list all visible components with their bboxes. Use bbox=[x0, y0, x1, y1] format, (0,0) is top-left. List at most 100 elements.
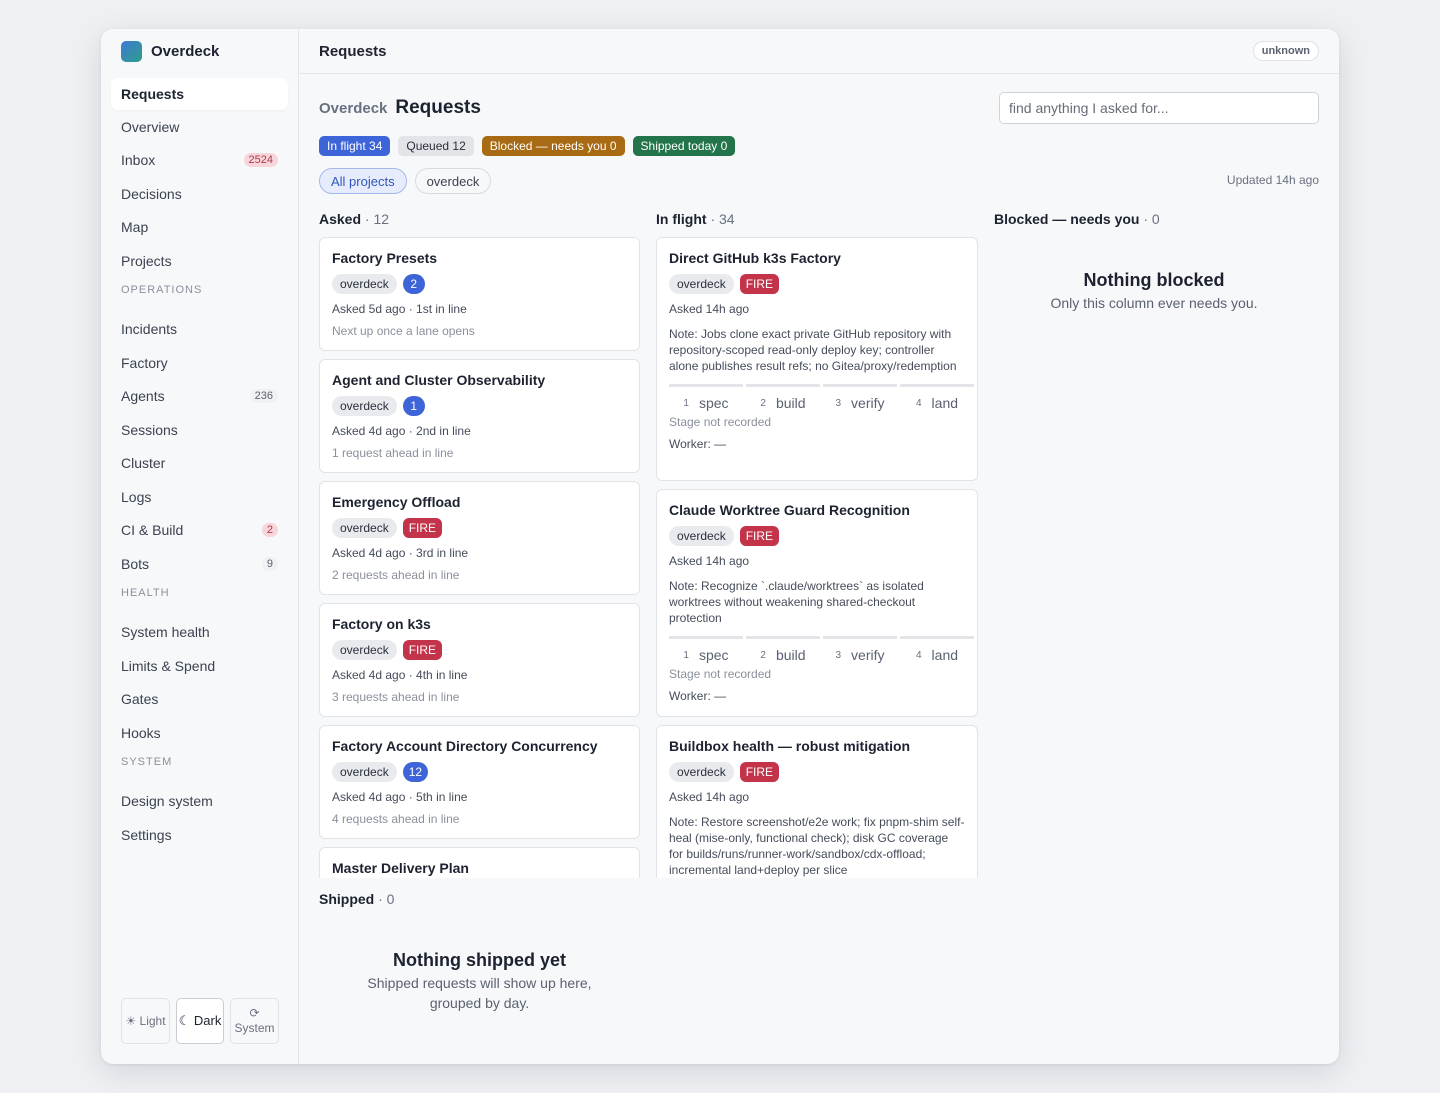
project-filter-chip[interactable]: All projects bbox=[319, 168, 407, 194]
request-card[interactable]: Buildbox health — robust mitigation overd… bbox=[656, 725, 978, 878]
column-count: · 0 bbox=[1143, 211, 1160, 227]
brand[interactable]: Overdeck bbox=[101, 29, 298, 73]
card-title: Factory Account Directory Concurrency bbox=[332, 738, 598, 754]
card-meta: Asked 14h ago bbox=[669, 302, 750, 316]
summary-pill[interactable]: Shipped today 0 bbox=[632, 136, 736, 156]
priority-badge: FIRE bbox=[739, 274, 780, 294]
stage-status: Stage not recorded bbox=[669, 415, 772, 429]
project-tag: overdeck bbox=[332, 274, 397, 294]
stage-step: 2 build bbox=[746, 636, 820, 663]
sidebar-item-sessions[interactable]: Sessions bbox=[111, 414, 288, 446]
stage-label: verify bbox=[851, 647, 885, 663]
request-card[interactable]: Factory Account Directory Concurrency ove… bbox=[319, 725, 640, 839]
project-tag: overdeck bbox=[669, 274, 734, 294]
column-count: · 0 bbox=[378, 891, 395, 907]
request-card[interactable]: Agent and Cluster Observability overdeck 1… bbox=[319, 359, 640, 473]
shipped-empty-state: Nothing shipped yet Shipped requests wil… bbox=[349, 950, 610, 1013]
theme-system-button[interactable]: ⟳ System bbox=[230, 998, 279, 1044]
sidebar-item-cluster[interactable]: Cluster bbox=[111, 447, 288, 479]
sidebar-item-decisions[interactable]: Decisions bbox=[111, 178, 288, 210]
request-card[interactable]: Claude Worktree Guard Recognition overdec… bbox=[656, 489, 978, 717]
stage-label: land bbox=[931, 395, 959, 411]
sidebar-item-label: Hooks bbox=[121, 725, 161, 741]
column-header-asked: Asked · 12 bbox=[319, 211, 389, 227]
sidebar-item-label: Projects bbox=[121, 253, 172, 269]
blocked-empty-state: Nothing blocked Only this column ever ne… bbox=[994, 270, 1314, 313]
sidebar-item-label: Decisions bbox=[121, 186, 182, 202]
column-header-inflight: In flight · 34 bbox=[656, 211, 735, 227]
stage-progress: 1 spec 2 build 3 verify 4 land bbox=[669, 384, 977, 411]
breadcrumb-project[interactable]: Overdeck bbox=[319, 100, 387, 117]
sidebar-item-design-system[interactable]: Design system bbox=[111, 785, 288, 817]
request-card[interactable]: Factory Presets overdeck 2 Asked 5d ago · 1… bbox=[319, 237, 640, 351]
sidebar-item-limits-spend[interactable]: Limits & Spend bbox=[111, 650, 288, 682]
empty-title: Nothing blocked bbox=[1083, 270, 1225, 290]
queue-position: 4 requests ahead in line bbox=[332, 812, 460, 826]
sidebar-item-agents[interactable]: Agents 236 bbox=[111, 380, 288, 412]
request-card[interactable]: Direct GitHub k3s Factory overdeck FIRE Ask… bbox=[656, 237, 978, 481]
column-title: Shipped bbox=[319, 891, 375, 907]
card-title: Emergency Offload bbox=[332, 494, 461, 510]
sidebar-item-settings[interactable]: Settings bbox=[111, 819, 288, 851]
count-badge: 2524 bbox=[243, 153, 278, 167]
sidebar-item-requests[interactable]: Requests bbox=[111, 78, 288, 110]
worker-label: Worker: — bbox=[669, 689, 727, 703]
sidebar-item-map[interactable]: Map bbox=[111, 211, 288, 243]
inflight-column[interactable]: Direct GitHub k3s Factory overdeck FIRE Ask… bbox=[656, 237, 978, 878]
card-tags: overdeck FIRE bbox=[332, 640, 627, 660]
sidebar-item-incidents[interactable]: Incidents bbox=[111, 313, 288, 345]
asked-column[interactable]: Factory Presets overdeck 2 Asked 5d ago · 1… bbox=[319, 237, 640, 878]
count-badge: 2 bbox=[261, 523, 278, 537]
stage-number: 4 bbox=[915, 397, 922, 409]
updated-timestamp: Updated 14h ago bbox=[1226, 173, 1319, 187]
project-tag: overdeck bbox=[332, 396, 397, 416]
request-card[interactable]: Emergency Offload overdeck FIRE Asked 4d ag… bbox=[319, 481, 640, 595]
summary-pill[interactable]: In flight 34 bbox=[319, 136, 391, 156]
priority-number-badge: 1 bbox=[402, 396, 425, 416]
priority-number-badge: 2 bbox=[402, 274, 425, 294]
project-tag: overdeck bbox=[669, 762, 734, 782]
sidebar-item-hooks[interactable]: Hooks bbox=[111, 717, 288, 749]
stage-progress: 1 spec 2 build 3 verify 4 land bbox=[669, 636, 977, 663]
sidebar-item-label: Bots bbox=[121, 556, 150, 572]
card-title: Direct GitHub k3s Factory bbox=[669, 250, 841, 266]
sidebar-item-label: Map bbox=[121, 219, 149, 235]
sidebar-item-label: Sessions bbox=[121, 422, 178, 438]
column-title: Blocked — needs you bbox=[994, 211, 1140, 227]
project-tag: overdeck bbox=[332, 762, 397, 782]
sidebar-item-system-health[interactable]: System health bbox=[111, 616, 288, 648]
column-header-shipped: Shipped · 0 bbox=[319, 891, 394, 907]
empty-subtitle: Shipped requests will show up here, grou… bbox=[367, 975, 592, 1011]
summary-pills: In flight 34 Queued 12 Blocked — needs you… bbox=[319, 136, 736, 156]
main-content: Overdeck Requests In flight 34 Queued 12 B… bbox=[319, 74, 1319, 1064]
sidebar-item-logs[interactable]: Logs bbox=[111, 481, 288, 513]
sidebar-item-bots[interactable]: Bots 9 bbox=[111, 548, 288, 580]
request-card[interactable]: Master Delivery Plan bbox=[319, 847, 640, 878]
summary-pill[interactable]: Blocked — needs you 0 bbox=[481, 136, 625, 156]
search-input[interactable] bbox=[999, 92, 1319, 124]
summary-pill[interactable]: Queued 12 bbox=[398, 136, 474, 156]
request-card[interactable]: Factory on k3s overdeck FIRE Asked 4d ago ·… bbox=[319, 603, 640, 717]
sidebar-item-factory[interactable]: Factory bbox=[111, 347, 288, 379]
stage-status: Stage not recorded bbox=[669, 667, 772, 681]
sidebar-item-projects[interactable]: Projects bbox=[111, 245, 288, 277]
project-filter-chip[interactable]: overdeck bbox=[414, 168, 492, 194]
stage-number: 1 bbox=[683, 649, 689, 661]
count-badge: 9 bbox=[261, 557, 278, 571]
stage-step: 4 land bbox=[900, 384, 974, 411]
theme-light-button[interactable]: ☀ Light bbox=[121, 998, 170, 1044]
sidebar-item-inbox[interactable]: Inbox 2524 bbox=[111, 144, 288, 176]
page-title: Requests bbox=[395, 97, 481, 118]
theme-dark-button[interactable]: ☾ Dark bbox=[176, 998, 224, 1044]
card-meta: Asked 4d ago · 4th in line bbox=[332, 668, 468, 682]
stage-label: build bbox=[775, 647, 806, 663]
sidebar-section-label: OPERATIONS bbox=[121, 284, 203, 296]
sidebar-item-label: Cluster bbox=[121, 455, 166, 471]
theme-system-label: System bbox=[234, 1021, 275, 1035]
empty-title: Nothing shipped yet bbox=[393, 950, 566, 970]
sidebar-item-gates[interactable]: Gates bbox=[111, 683, 288, 715]
sidebar-item-overview[interactable]: Overview bbox=[111, 111, 288, 143]
card-note: Note: Recognize `.claude/worktrees` as i… bbox=[669, 579, 924, 625]
project-tag: overdeck bbox=[332, 518, 397, 538]
sidebar-item-ci-build[interactable]: CI & Build 2 bbox=[111, 514, 288, 546]
